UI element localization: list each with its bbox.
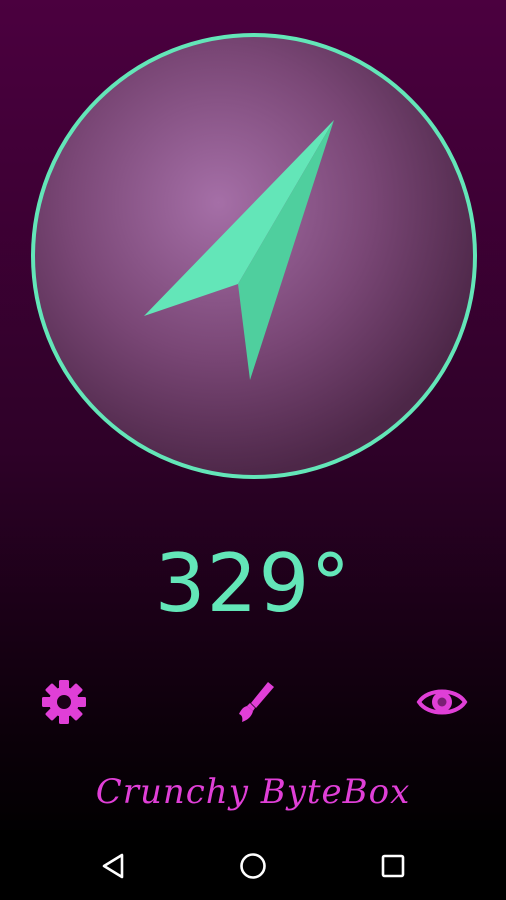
home-button[interactable]: [225, 838, 281, 894]
view-button[interactable]: [414, 674, 470, 730]
back-button[interactable]: [86, 838, 142, 894]
gear-icon: [42, 680, 86, 724]
recents-button[interactable]: [365, 838, 421, 894]
paintbrush-icon: [239, 682, 274, 722]
eye-icon: [416, 689, 468, 715]
settings-button[interactable]: [36, 674, 92, 730]
back-triangle-icon: [102, 853, 124, 879]
home-circle-icon: [240, 853, 266, 879]
recents-square-icon: [381, 854, 405, 878]
brand-wordmark: Crunchy ByteBox: [95, 772, 411, 812]
compass-screen: 329° Crunchy ByteBox: [0, 0, 506, 900]
theme-button[interactable]: [226, 674, 282, 730]
compass-dial: [31, 33, 477, 479]
system-navigation-bar: [0, 830, 506, 900]
heading-readout: 329°: [154, 537, 352, 630]
